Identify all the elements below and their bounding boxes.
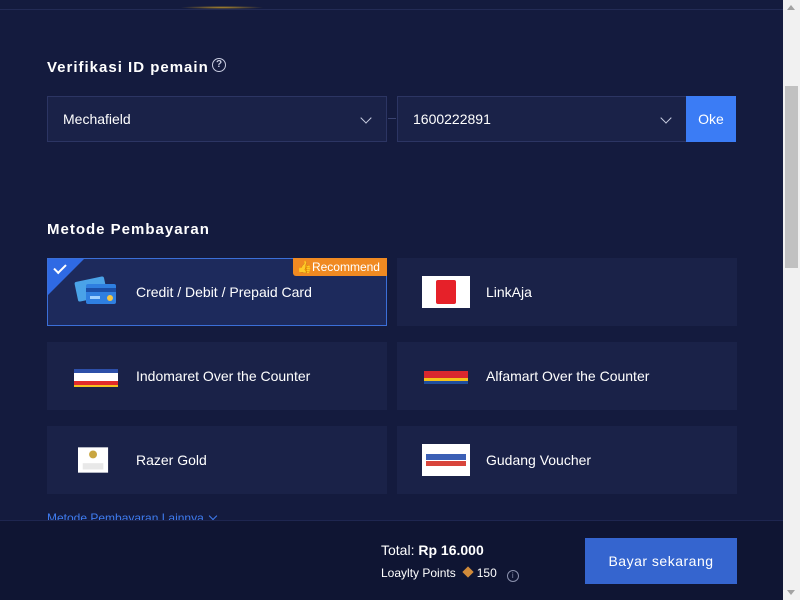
payment-method-credit-card[interactable]: 👍Recommend Credit / Debit / Prepaid Card (47, 258, 387, 326)
active-tab-glow (180, 6, 264, 9)
payment-method-label: Credit / Debit / Prepaid Card (136, 284, 312, 300)
scrollbar[interactable] (783, 0, 800, 600)
total-value: Rp 16.000 (418, 542, 484, 558)
player-id-select[interactable]: 1600222891 (397, 96, 687, 142)
payment-method-title: Metode Pembayaran (47, 221, 210, 238)
alfamart-logo (424, 371, 468, 384)
info-icon[interactable]: i (506, 570, 519, 582)
payment-method-label: Alfamart Over the Counter (486, 368, 650, 384)
server-select[interactable]: Mechafield (47, 96, 387, 142)
total-price: Total: Rp 16.000 (381, 542, 484, 558)
scrollbar-thumb[interactable] (785, 86, 798, 268)
indomaret-logo (74, 369, 118, 387)
payment-method-alfamart[interactable]: Alfamart Over the Counter (397, 342, 737, 410)
scroll-down-icon[interactable] (787, 590, 795, 595)
credit-card-icon (74, 276, 116, 304)
recommend-badge-label: Recommend (311, 260, 380, 274)
payment-method-linkaja[interactable]: LinkAja (397, 258, 737, 326)
chevron-down-icon (660, 112, 672, 124)
loyalty-points: Loaylty Points 150 i (381, 566, 519, 582)
ok-button[interactable]: Oke (686, 96, 736, 142)
linkaja-logo (422, 276, 470, 308)
separator (388, 118, 396, 119)
player-id-value: 1600222891 (413, 111, 491, 127)
loyalty-label: Loaylty Points (381, 566, 456, 580)
verification-title: Verifikasi ID pemain (47, 59, 209, 76)
pay-now-button[interactable]: Bayar sekarang (585, 538, 737, 584)
payment-method-indomaret[interactable]: Indomaret Over the Counter (47, 342, 387, 410)
question-circle-icon[interactable]: ? (212, 58, 226, 72)
scroll-up-icon[interactable] (787, 5, 795, 10)
payment-method-label: Indomaret Over the Counter (136, 368, 311, 384)
server-select-value: Mechafield (63, 111, 131, 127)
coin-icon (462, 566, 474, 578)
checkout-footer: Total: Rp 16.000 Loaylty Points 150 i Baya… (0, 520, 783, 600)
loyalty-value: 150 (476, 566, 497, 580)
payment-method-label: Gudang Voucher (486, 452, 592, 468)
payment-method-razer-gold[interactable]: Razer Gold (47, 426, 387, 494)
payment-method-label: Razer Gold (136, 452, 207, 468)
total-label: Total: (381, 542, 415, 558)
top-bar (0, 0, 783, 10)
chevron-down-icon (208, 511, 218, 521)
payment-method-gudang-voucher[interactable]: Gudang Voucher (397, 426, 737, 494)
chevron-down-icon (360, 112, 372, 124)
payment-method-label: LinkAja (486, 284, 532, 300)
gudang-voucher-logo (422, 444, 470, 476)
razer-gold-logo (78, 447, 109, 473)
